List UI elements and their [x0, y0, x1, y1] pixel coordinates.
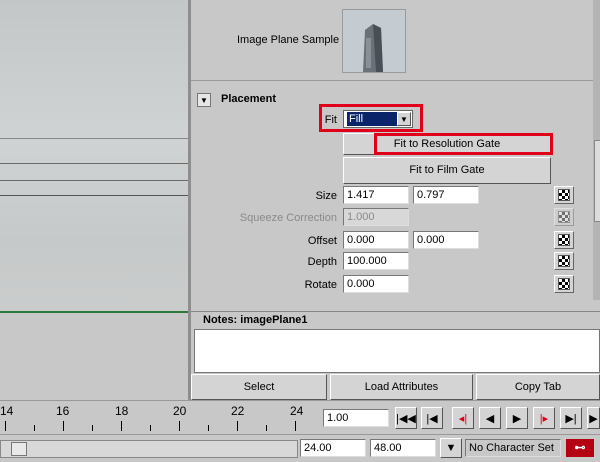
viewport-lower-area: [0, 313, 190, 400]
time-tick: [121, 421, 122, 431]
offset-map-button[interactable]: [554, 231, 574, 249]
range-slider-handle[interactable]: [11, 442, 27, 456]
checker-map-icon: [558, 211, 570, 223]
character-set-field[interactable]: No Character Set: [465, 439, 561, 457]
notes-header: Notes: imagePlane1: [191, 311, 600, 330]
viewport-guide-line: [0, 195, 190, 196]
placement-title: Placement: [221, 93, 277, 105]
panel-scrollbar-thumb[interactable]: [594, 140, 600, 222]
tick-label: 20: [173, 404, 187, 418]
play-forward-icon[interactable]: ▶: [506, 407, 528, 429]
copy-tab-button[interactable]: Copy Tab: [476, 374, 600, 400]
depth-label: Depth: [307, 256, 337, 268]
image-plane-sample-label: Image Plane Sample: [237, 34, 340, 46]
time-tick: [63, 421, 64, 431]
offset-y-field[interactable]: 0.000: [413, 231, 479, 249]
viewport-guide-line: [0, 163, 190, 164]
collapse-arrow-icon[interactable]: ▼: [197, 93, 211, 107]
rotate-map-button[interactable]: [554, 275, 574, 293]
depth-field[interactable]: 100.000: [343, 252, 409, 270]
checker-map-icon: [558, 255, 570, 267]
building-thumbnail-icon: [343, 10, 405, 72]
fit-highlight-box: [319, 104, 423, 132]
load-attributes-button[interactable]: Load Attributes: [330, 374, 473, 400]
offset-x-field[interactable]: 0.000: [343, 231, 409, 249]
size-y-field[interactable]: 0.797: [413, 186, 479, 204]
step-back-key-icon[interactable]: |◀◀: [395, 407, 417, 429]
size-map-button[interactable]: [554, 186, 574, 204]
fit-to-film-gate-button[interactable]: Fit to Film Gate: [343, 157, 551, 184]
end-time-field[interactable]: 24.00: [300, 439, 366, 457]
time-tick: [92, 425, 93, 431]
image-plane-sample-area: Image Plane Sample: [191, 0, 593, 81]
range-options-dropdown-icon[interactable]: ▼: [440, 438, 462, 458]
tick-label: 18: [115, 404, 129, 418]
size-label: Size: [315, 190, 337, 202]
auto-key-icon[interactable]: ⊷: [566, 439, 594, 457]
play-backward-icon[interactable]: ◀: [479, 407, 501, 429]
time-tick: [5, 421, 6, 431]
playback-end-field[interactable]: 48.00: [370, 439, 436, 457]
current-frame-field[interactable]: 1.00: [323, 409, 389, 427]
camera-viewport[interactable]: [0, 0, 190, 400]
attribute-editor-buttons: Select Load Attributes Copy Tab: [191, 374, 600, 400]
time-tick: [34, 425, 35, 431]
squeeze-correction-field: 1.000: [343, 208, 409, 226]
tick-label: 16: [56, 404, 70, 418]
time-tick: [295, 421, 296, 431]
time-ruler[interactable]: 14 16 18 20 22 24: [0, 401, 318, 435]
depth-map-button[interactable]: [554, 252, 574, 270]
fit-label: Fit: [324, 114, 337, 126]
checker-map-icon: [558, 234, 570, 246]
resolution-gate-highlight-box: [374, 133, 553, 155]
rotate-label: Rotate: [304, 279, 337, 291]
step-back-frame-icon[interactable]: ◂|: [452, 407, 474, 429]
time-tick: [208, 425, 209, 431]
time-slider[interactable]: 14 16 18 20 22 24 1.00 |◀◀ |◀ ◂| ◀ ▶ |▸ …: [0, 400, 600, 435]
range-slider-bar: 24.00 48.00 ▼ No Character Set ⊷: [0, 434, 600, 462]
select-button[interactable]: Select: [191, 374, 327, 400]
attribute-editor-panel: Image Plane Sample ▼ Placement Fit Fill …: [191, 0, 600, 400]
viewport-guide-line: [0, 180, 190, 181]
size-x-field[interactable]: 1.417: [343, 186, 409, 204]
time-tick: [266, 425, 267, 431]
rotate-field[interactable]: 0.000: [343, 275, 409, 293]
notes-label: Notes: imagePlane1: [203, 314, 308, 326]
checker-map-icon: [558, 189, 570, 201]
tick-label: 24: [290, 404, 304, 418]
time-tick: [150, 425, 151, 431]
tick-label: 22: [231, 404, 245, 418]
offset-label: Offset: [307, 235, 337, 247]
tick-label: 14: [0, 404, 14, 418]
squeeze-correction-label: Squeeze Correction: [239, 212, 337, 224]
go-to-end-icon[interactable]: ▶|: [560, 407, 582, 429]
time-tick: [179, 421, 180, 431]
notes-textarea[interactable]: [194, 329, 600, 373]
viewport-guide-line: [0, 138, 190, 139]
range-slider[interactable]: [0, 440, 298, 458]
checker-map-icon: [558, 278, 570, 290]
go-to-start-icon[interactable]: |◀: [421, 407, 443, 429]
time-tick: [237, 421, 238, 431]
step-forward-key-icon[interactable]: ▶: [587, 407, 600, 429]
step-forward-frame-icon[interactable]: |▸: [533, 407, 555, 429]
squeeze-map-button: [554, 208, 574, 226]
image-plane-thumbnail: [342, 9, 406, 73]
